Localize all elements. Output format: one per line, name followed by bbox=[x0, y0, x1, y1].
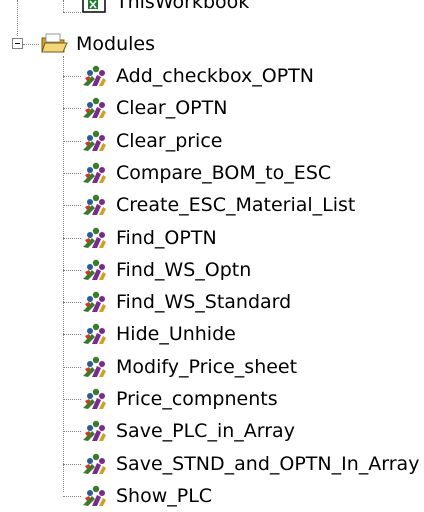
tree-guide-module-h bbox=[63, 205, 81, 207]
module-icon bbox=[83, 421, 106, 442]
tree-guide-module-h bbox=[63, 140, 81, 142]
tree-guide-module-h bbox=[63, 399, 81, 400]
tree-item-module[interactable]: Create_ESC_Material_List bbox=[80, 189, 357, 221]
tree-item-label: Hide_Unhide bbox=[116, 323, 236, 346]
collapse-toggle-modules[interactable] bbox=[12, 38, 23, 49]
tree-guide-module-h bbox=[63, 76, 81, 77]
tree-item-module[interactable]: Modify_Price_sheet bbox=[80, 351, 299, 383]
tree-item-label: Price_compnents bbox=[116, 388, 278, 410]
excel-workbook-icon bbox=[82, 0, 106, 13]
tree-item-module[interactable]: Find_WS_Optn bbox=[80, 254, 253, 286]
tree-guide-modules-children bbox=[63, 56, 64, 492]
tree-item-label: Clear_OPTN bbox=[116, 97, 228, 120]
tree-guide-module-h bbox=[63, 172, 81, 174]
tree-guide-workbook-h bbox=[63, 12, 81, 13]
tree-guide-folder-h bbox=[23, 44, 39, 45]
module-icon bbox=[83, 194, 106, 216]
tree-item-label: Save_PLC_in_Array bbox=[116, 420, 295, 443]
module-icon bbox=[83, 227, 106, 248]
tree-guide-module-h bbox=[63, 463, 81, 465]
module-icon bbox=[83, 388, 106, 409]
tree-guide-module-h bbox=[63, 334, 81, 336]
tree-item-module[interactable]: Hide_Unhide bbox=[80, 318, 238, 350]
tree-guide-module-h bbox=[63, 302, 81, 304]
tree-item-label: Find_OPTN bbox=[116, 226, 217, 249]
module-icon bbox=[83, 291, 106, 313]
tree-guide-module-h bbox=[63, 431, 81, 433]
module-icon bbox=[83, 162, 106, 183]
tree-item-label: Create_ESC_Material_List bbox=[116, 194, 356, 217]
tree-guide-module-h bbox=[63, 108, 81, 110]
module-icon bbox=[83, 98, 106, 119]
tree-item-label: ThisWorkbook bbox=[116, 0, 250, 13]
module-icon bbox=[83, 485, 106, 506]
tree-item-module[interactable]: Add_checkbox_OPTN bbox=[80, 60, 316, 92]
module-icon bbox=[83, 65, 106, 86]
tree-guide-module-h bbox=[63, 366, 81, 368]
tree-item-module[interactable]: Show_PLC bbox=[80, 480, 214, 512]
folder-open-icon bbox=[41, 33, 68, 53]
tree-item-label: Modify_Price_sheet bbox=[116, 355, 298, 378]
module-icon bbox=[83, 130, 106, 151]
tree-item-label: Find_WS_Optn bbox=[116, 258, 252, 281]
tree-item-module[interactable]: Find_WS_Standard bbox=[80, 286, 293, 318]
tree-guide-module-h bbox=[63, 237, 81, 239]
tree-folder-label: Modules bbox=[76, 33, 155, 55]
module-icon bbox=[83, 259, 106, 280]
tree-item-label: Clear_price bbox=[116, 129, 223, 152]
tree-item-module[interactable]: Compare_BOM_to_ESC bbox=[80, 157, 333, 189]
tree-item-label: Save_STND_and_OPTN_In_Array bbox=[116, 452, 420, 475]
tree-item-module[interactable]: Clear_OPTN bbox=[80, 92, 229, 124]
tree-item-module[interactable]: Save_PLC_in_Array bbox=[80, 415, 297, 447]
tree-guide-root bbox=[17, 0, 18, 36]
project-explorer-tree: ThisWorkbook Modules Add_checkbox_OPTN Cl… bbox=[0, 0, 424, 507]
tree-guide-workbook bbox=[63, 0, 64, 12]
tree-item-label: Compare_BOM_to_ESC bbox=[116, 161, 332, 184]
tree-item-module[interactable]: Price_compnents bbox=[80, 383, 280, 415]
tree-item-label: Show_PLC bbox=[116, 484, 213, 507]
tree-guide-module-h bbox=[63, 495, 81, 497]
tree-item-label: Find_WS_Standard bbox=[116, 291, 292, 314]
tree-item-module[interactable]: Find_OPTN bbox=[80, 222, 219, 254]
tree-item-thisworkbook[interactable]: ThisWorkbook bbox=[80, 0, 251, 18]
module-icon bbox=[83, 453, 106, 474]
module-icon bbox=[83, 356, 106, 377]
tree-folder-modules[interactable]: Modules bbox=[40, 28, 157, 60]
tree-item-label: Add_checkbox_OPTN bbox=[116, 65, 314, 87]
tree-item-module[interactable]: Save_STND_and_OPTN_In_Array bbox=[80, 448, 421, 480]
module-icon bbox=[83, 324, 106, 345]
tree-guide-module-h bbox=[63, 269, 81, 271]
tree-item-module[interactable]: Clear_price bbox=[80, 125, 224, 157]
